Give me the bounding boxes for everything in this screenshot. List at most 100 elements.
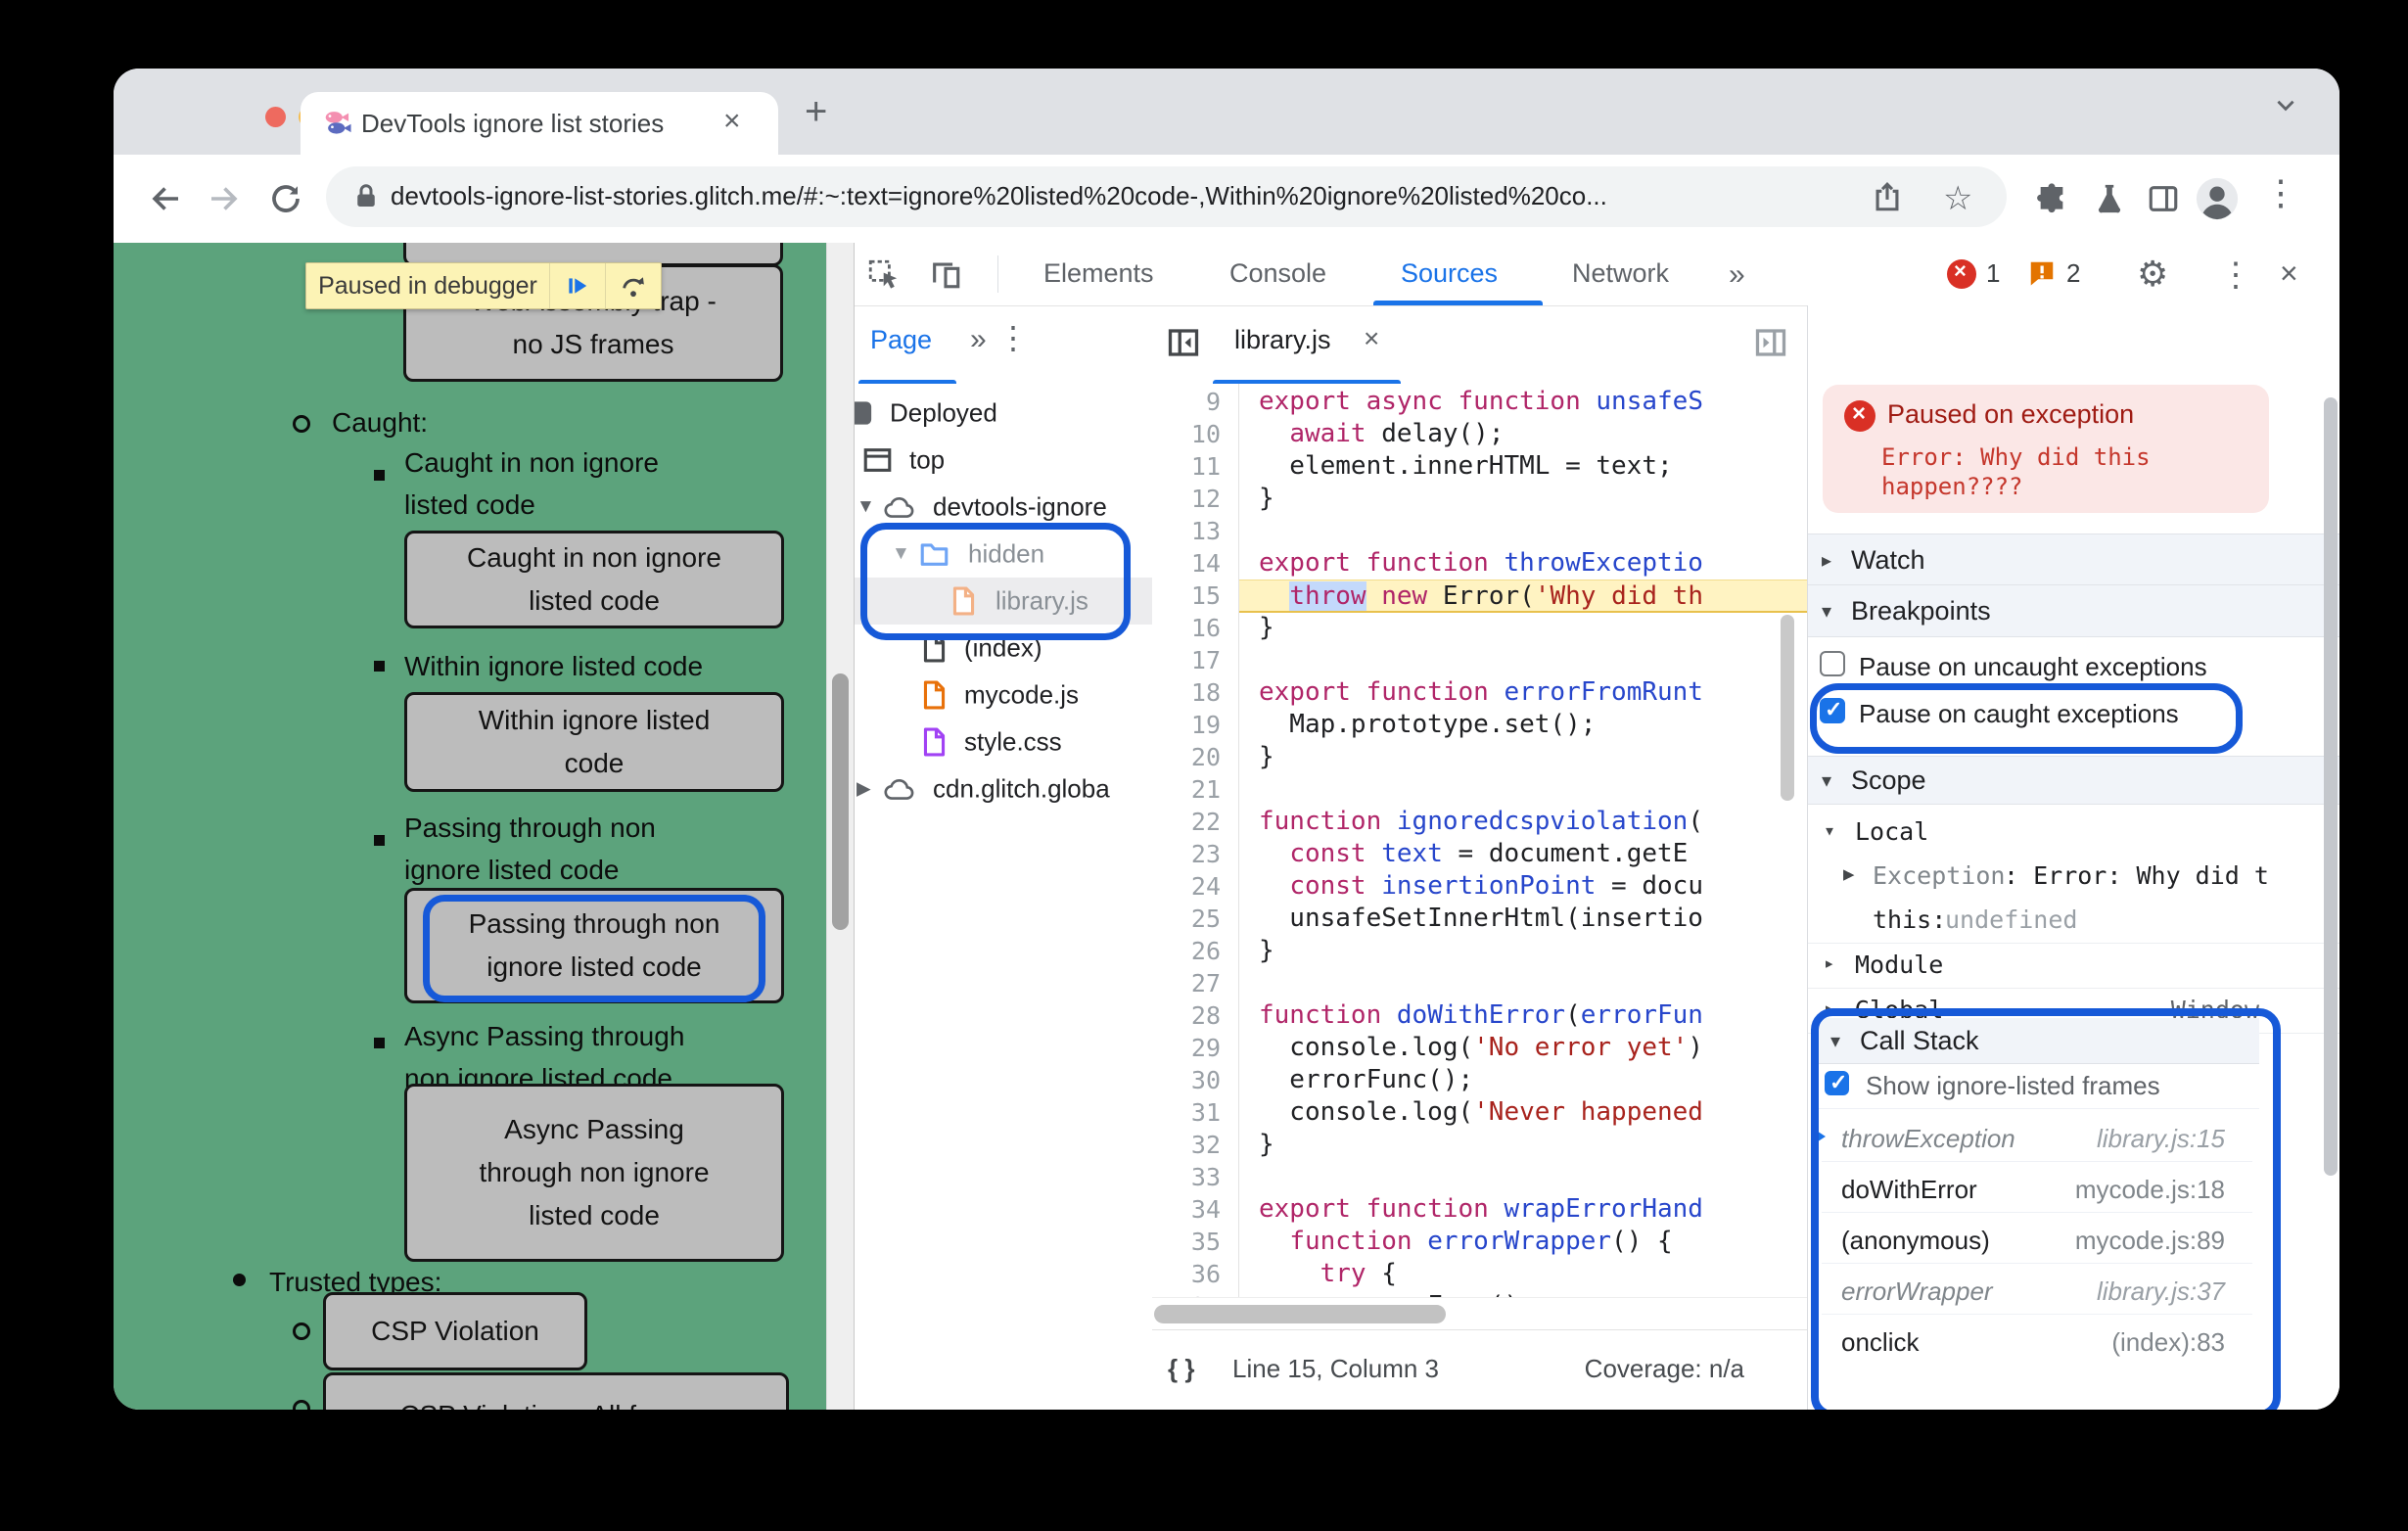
editor-hscrollbar[interactable] [1152, 1297, 1807, 1330]
code-editor[interactable]: export async function unsafeS await dela… [1239, 384, 1807, 1297]
line-number[interactable]: 9 [1206, 386, 1221, 418]
line-number[interactable]: 35 [1191, 1226, 1221, 1258]
page-scrollbar-thumb[interactable] [832, 673, 849, 930]
tree-item-libraryjs[interactable]: library.js [855, 578, 1152, 625]
scope-section-header[interactable]: ▾ Scope [1808, 756, 2339, 805]
navigator-tab-page[interactable]: Page [870, 325, 932, 355]
bookmark-star-icon[interactable]: ☆ [1943, 179, 1972, 218]
pause-caught-checkbox[interactable] [1820, 697, 1845, 723]
tab-search-chevron-icon[interactable] [2273, 92, 2298, 117]
line-number[interactable]: 11 [1191, 450, 1221, 483]
back-icon[interactable] [149, 181, 184, 216]
devtools-menu-dots-icon[interactable]: ⋮ [2219, 255, 2252, 295]
tree-item-stylecss[interactable]: style.css [855, 719, 1152, 766]
tab-close-icon[interactable]: × [723, 105, 741, 138]
line-number[interactable]: 16 [1191, 612, 1221, 644]
banner-resume-icon[interactable] [549, 263, 605, 308]
scope-local-row[interactable]: ▾ Local [1808, 811, 2339, 855]
inspect-element-icon[interactable] [866, 257, 900, 291]
frame-throwexception[interactable]: throwException library.js:15 [1812, 1114, 2252, 1162]
line-number[interactable]: 33 [1191, 1161, 1221, 1193]
reload-icon[interactable] [268, 181, 303, 216]
devtools-close-icon[interactable]: × [2280, 255, 2298, 292]
more-tabs-chevrons-icon[interactable]: » [1729, 258, 1745, 292]
errors-badge-icon[interactable]: × [1947, 258, 1976, 289]
collapse-navigator-icon[interactable] [1166, 325, 1201, 360]
tree-item-deployed[interactable]: Deployed [855, 390, 1152, 437]
line-number[interactable]: 22 [1191, 806, 1221, 838]
pretty-print-braces-icon[interactable]: { } [1168, 1354, 1194, 1384]
forward-icon[interactable] [206, 181, 241, 216]
line-number[interactable]: 20 [1191, 741, 1221, 773]
line-number[interactable]: 12 [1191, 483, 1221, 515]
line-number[interactable]: 34 [1191, 1193, 1221, 1226]
expand-arrow-icon[interactable]: ▼ [892, 543, 910, 565]
call-stack-section-header[interactable]: ▾ Call Stack [1819, 1018, 2259, 1064]
caught-button[interactable]: Caught in non ignore listed code [404, 531, 784, 628]
editor-tab-close-icon[interactable]: × [1364, 323, 1379, 354]
editor-tab-libraryjs[interactable]: library.js [1234, 325, 1331, 355]
pause-caught-row[interactable]: Pause on caught exceptions [1808, 691, 2339, 736]
line-number[interactable]: 32 [1191, 1129, 1221, 1161]
passing-button[interactable]: Passing through non ignore listed code [404, 888, 784, 1003]
tree-item-top[interactable]: top [855, 437, 1152, 484]
line-number[interactable]: 18 [1191, 676, 1221, 709]
profile-avatar[interactable] [2195, 176, 2240, 221]
line-number[interactable]: 17 [1191, 644, 1221, 676]
frame-errorwrapper[interactable]: errorWrapper library.js:37 [1822, 1267, 2252, 1315]
line-number[interactable]: 29 [1191, 1032, 1221, 1064]
scope-exception-row[interactable]: ▶ Exception : Error: Why did t [1808, 855, 2339, 899]
line-number[interactable]: 30 [1191, 1064, 1221, 1096]
browser-menu-dots-icon[interactable]: ⋮ [2263, 172, 2298, 213]
line-number[interactable]: 10 [1191, 418, 1221, 450]
banner-step-over-icon[interactable] [605, 263, 661, 308]
csp-violation-button[interactable]: CSP Violation [323, 1292, 587, 1370]
tab-console[interactable]: Console [1229, 258, 1326, 289]
editor-hscrollbar-thumb[interactable] [1154, 1305, 1446, 1323]
csp-violation-all-frames-button[interactable]: CSP Violation - All frames [323, 1372, 789, 1410]
line-number[interactable]: 23 [1191, 838, 1221, 870]
frame-onclick[interactable]: onclick (index):83 [1822, 1318, 2252, 1365]
line-number[interactable]: 26 [1191, 935, 1221, 967]
show-ignore-listed-row[interactable]: Show ignore-listed frames [1819, 1063, 2259, 1109]
extensions-puzzle-icon[interactable] [2035, 182, 2068, 215]
line-number[interactable]: 27 [1191, 967, 1221, 999]
navigator-more-chevrons-icon[interactable]: » [970, 323, 987, 356]
within-button[interactable]: Within ignore listed code [404, 692, 784, 792]
line-number[interactable]: 25 [1191, 903, 1221, 935]
show-ignore-listed-checkbox[interactable] [1825, 1070, 1849, 1095]
tree-item-devtools-ignore[interactable]: ▼ devtools-ignore [855, 484, 1152, 531]
line-number[interactable]: 36 [1191, 1258, 1221, 1290]
tree-item-cdn-glitch[interactable]: ▶ cdn.glitch.globa [855, 766, 1152, 812]
line-number[interactable]: 21 [1191, 773, 1221, 806]
url-text[interactable]: devtools-ignore-list-stories.glitch.me/#… [391, 181, 1918, 211]
share-icon[interactable] [1871, 180, 1904, 213]
issues-badge-icon[interactable] [2027, 258, 2057, 288]
frame-anonymous[interactable]: (anonymous) mycode.js:89 [1822, 1216, 2252, 1264]
line-number[interactable]: 15 [1191, 580, 1221, 612]
line-number[interactable]: 13 [1191, 515, 1221, 547]
line-number[interactable]: 31 [1191, 1096, 1221, 1129]
device-toolbar-icon[interactable] [929, 257, 962, 291]
line-number[interactable]: 28 [1191, 999, 1221, 1032]
tab-sources[interactable]: Sources [1401, 258, 1498, 289]
omnibox[interactable]: devtools-ignore-list-stories.glitch.me/#… [326, 166, 2007, 227]
tree-item-mycodejs[interactable]: mycode.js [855, 672, 1152, 719]
line-number[interactable]: 14 [1191, 547, 1221, 580]
close-window-button[interactable] [265, 107, 286, 127]
editor-vscrollbar-thumb[interactable] [1781, 615, 1794, 801]
frame-dowitherror[interactable]: doWithError mycode.js:18 [1822, 1165, 2252, 1213]
tree-item-hidden-folder[interactable]: ▼ hidden [855, 531, 1152, 578]
async-passing-button[interactable]: Async Passing through non ignore listed … [404, 1084, 784, 1262]
tab-network[interactable]: Network [1572, 258, 1669, 289]
expand-arrow-icon[interactable]: ▼ [857, 496, 875, 518]
watch-section-header[interactable]: ▸ Watch [1808, 534, 2339, 586]
sidebar-scrollbar-thumb[interactable] [2324, 397, 2338, 1176]
pause-uncaught-row[interactable]: Pause on uncaught exceptions [1808, 644, 2339, 689]
line-number[interactable]: 24 [1191, 870, 1221, 903]
new-tab-button[interactable]: + [805, 90, 827, 134]
tab-elements[interactable]: Elements [1043, 258, 1154, 289]
breakpoints-section-header[interactable]: ▾ Breakpoints [1808, 584, 2339, 637]
expand-arrow-icon[interactable]: ▶ [857, 778, 871, 801]
scope-module-row[interactable]: ▸ Module [1808, 944, 2339, 989]
